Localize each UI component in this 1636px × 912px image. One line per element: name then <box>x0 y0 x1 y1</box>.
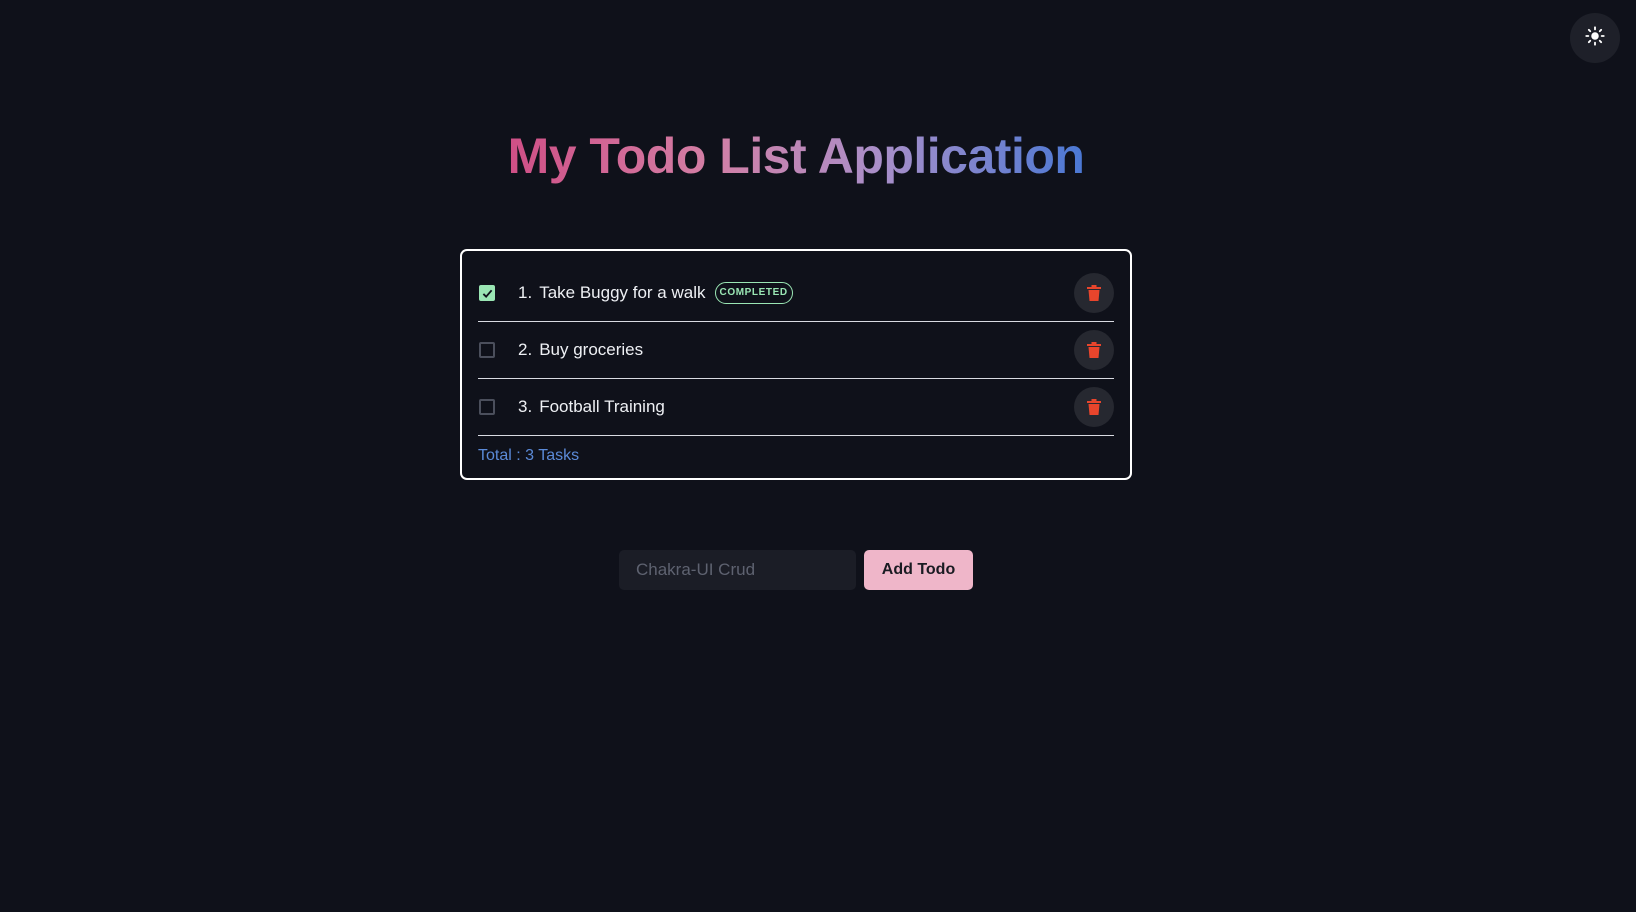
completed-badge: COMPLETED <box>714 282 793 304</box>
trash-icon <box>1087 399 1101 415</box>
page-title: My Todo List Application <box>507 128 1085 184</box>
theme-toggle-button[interactable] <box>1570 13 1620 63</box>
todo-item: 1. Take Buggy for a walk COMPLETED <box>478 265 1114 322</box>
todo-number: 3. <box>518 397 533 416</box>
todo-number: 2. <box>518 340 533 359</box>
todo-number: 1. <box>518 283 533 302</box>
todo-checkbox[interactable] <box>479 285 495 301</box>
trash-icon <box>1087 342 1101 358</box>
todo-text: Buy groceries <box>539 340 644 359</box>
todo-checkbox[interactable] <box>479 342 495 358</box>
todo-item: 3. Football Training <box>478 379 1114 436</box>
delete-button[interactable] <box>1074 330 1114 370</box>
page: My Todo List Application 1. Take Buggy f… <box>0 0 1636 912</box>
add-todo-form: Add Todo <box>619 550 973 590</box>
delete-button[interactable] <box>1074 387 1114 427</box>
todo-label: 3. Football Training <box>518 397 665 417</box>
todo-item: 2. Buy groceries <box>478 322 1114 379</box>
todo-text: Football Training <box>539 397 665 416</box>
total-tasks: Total : 3 Tasks <box>478 447 580 464</box>
todo-text: Take Buggy for a walk <box>539 283 706 302</box>
todo-label: 1. Take Buggy for a walk COMPLETED <box>518 282 793 304</box>
trash-icon <box>1087 285 1101 301</box>
sun-icon <box>1585 25 1605 51</box>
todo-list: 1. Take Buggy for a walk COMPLETED 2. Bu… <box>460 249 1132 480</box>
todo-checkbox[interactable] <box>479 399 495 415</box>
delete-button[interactable] <box>1074 273 1114 313</box>
checkmark-icon <box>482 289 492 298</box>
todo-label: 2. Buy groceries <box>518 340 643 360</box>
add-todo-button[interactable]: Add Todo <box>864 550 973 590</box>
todo-input[interactable] <box>619 550 856 590</box>
